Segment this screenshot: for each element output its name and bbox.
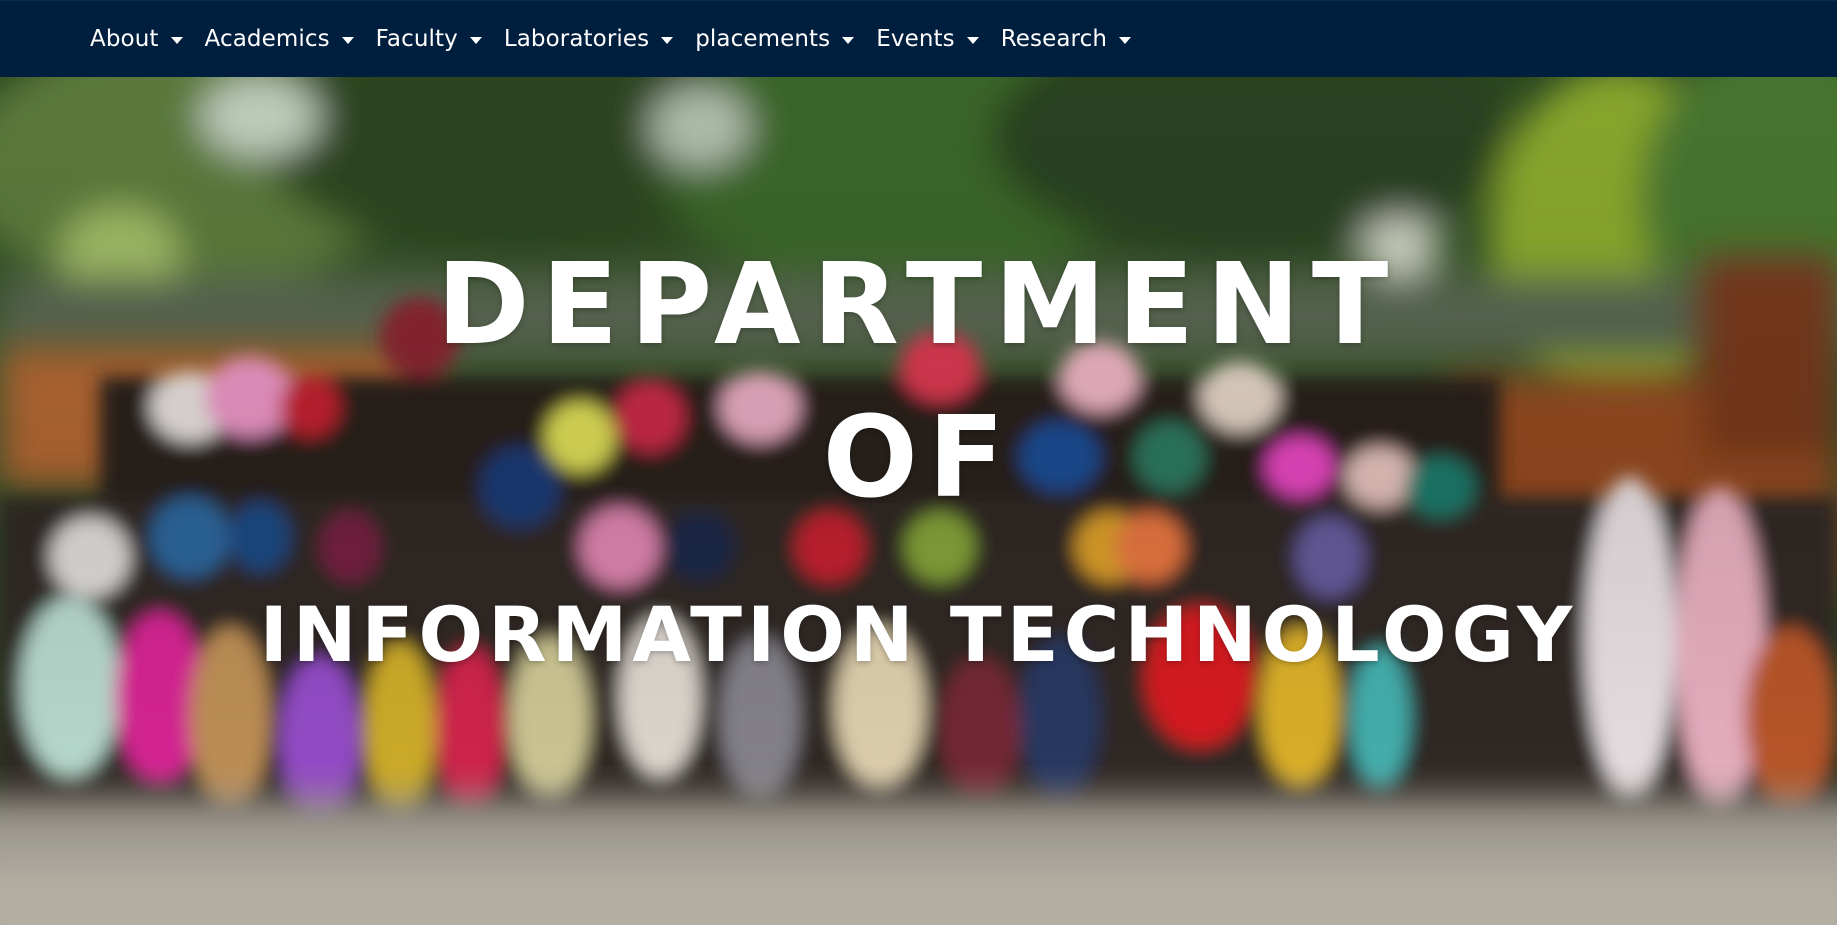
nav-item-label: Faculty <box>375 26 458 52</box>
nav-item-about[interactable]: About <box>90 26 183 52</box>
caret-down-icon <box>1119 36 1132 44</box>
nav-item-label: Research <box>1000 26 1108 52</box>
hero-title-line-2: OF <box>822 393 1015 523</box>
nav-item-label: Events <box>876 26 955 52</box>
top-navbar: About Academics Faculty Laboratories pla… <box>0 0 1837 77</box>
hero-title-line-1: DEPARTMENT <box>436 240 1401 370</box>
caret-down-icon <box>469 36 482 44</box>
caret-down-icon <box>842 36 855 44</box>
caret-down-icon <box>170 36 183 44</box>
hero-banner: DEPARTMENT OF INFORMATION TECHNOLOGY <box>0 77 1837 925</box>
nav-item-academics[interactable]: Academics <box>205 26 354 52</box>
nav-item-events[interactable]: Events <box>876 26 979 52</box>
nav-item-faculty[interactable]: Faculty <box>376 26 482 52</box>
nav-item-label: placements <box>695 26 831 52</box>
nav-item-laboratories[interactable]: Laboratories <box>503 26 674 52</box>
caret-down-icon <box>966 36 979 44</box>
caret-down-icon <box>341 36 354 44</box>
hero-title-line-3: INFORMATION TECHNOLOGY <box>259 590 1578 679</box>
nav-item-label: Laboratories <box>503 26 650 52</box>
hero-title: DEPARTMENT OF INFORMATION TECHNOLOGY <box>0 77 1837 925</box>
caret-down-icon <box>661 36 674 44</box>
nav-item-label: Academics <box>204 26 330 52</box>
nav-item-research[interactable]: Research <box>1000 26 1132 52</box>
nav-item-label: About <box>90 26 159 52</box>
nav-item-placements[interactable]: placements <box>695 26 855 52</box>
